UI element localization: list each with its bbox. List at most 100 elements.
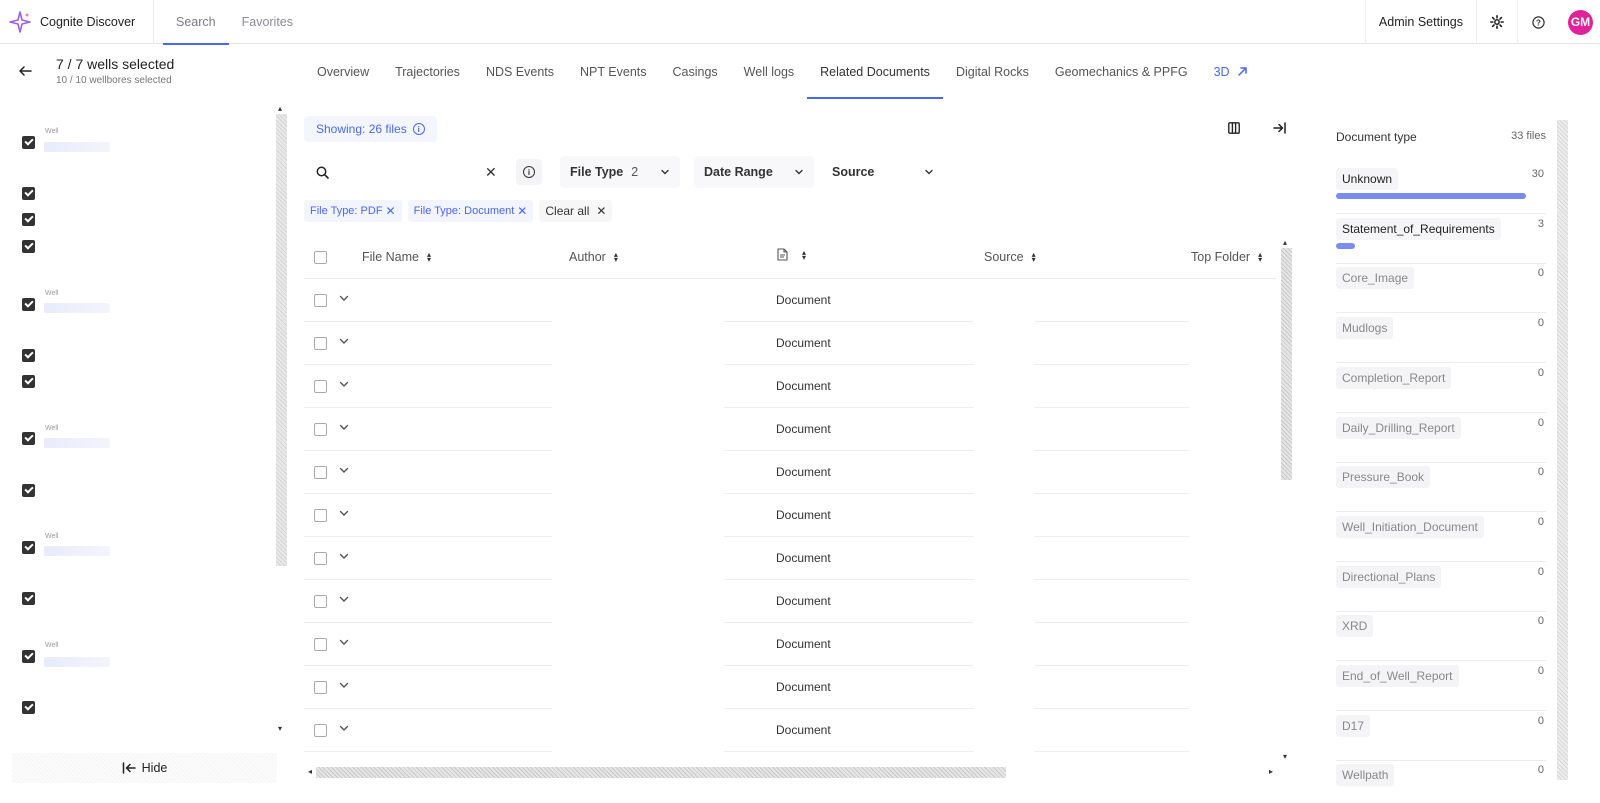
row-checkbox[interactable] (314, 380, 327, 393)
close-icon[interactable]: ✕ (386, 204, 396, 218)
wellbore-checkbox[interactable] (22, 592, 35, 605)
source-dropdown[interactable]: Source (822, 156, 944, 188)
chevron-down-icon[interactable] (338, 550, 350, 562)
table-row[interactable]: Document (304, 580, 1276, 623)
scroll-right-icon[interactable]: ▸ (1269, 767, 1273, 776)
chevron-down-icon[interactable] (338, 679, 350, 691)
document-type-item[interactable]: Daily_Drilling_Report 0 (1336, 413, 1546, 463)
table-row[interactable]: Document (304, 623, 1276, 666)
close-icon[interactable]: ✕ (517, 204, 527, 218)
wellbore-checkbox[interactable] (22, 701, 35, 714)
chevron-down-icon[interactable] (338, 421, 350, 433)
table-row[interactable]: Document (304, 408, 1276, 451)
hide-sidebar-button[interactable]: Hide (12, 753, 277, 783)
well-checkbox[interactable] (22, 136, 35, 149)
table-row[interactable]: Document (304, 494, 1276, 537)
row-checkbox[interactable] (314, 509, 327, 522)
tab-casings[interactable]: Casings (660, 44, 731, 99)
chevron-down-icon[interactable] (338, 722, 350, 734)
avatar[interactable]: GM (1568, 9, 1593, 35)
table-row[interactable]: Document (304, 322, 1276, 365)
back-button[interactable] (18, 64, 32, 81)
row-checkbox[interactable] (314, 595, 327, 608)
well-checkbox[interactable] (22, 541, 35, 554)
wellbore-checkbox[interactable] (22, 349, 35, 362)
well-checkbox[interactable] (22, 298, 35, 311)
row-checkbox[interactable] (314, 294, 327, 307)
wellbore-checkbox[interactable] (22, 213, 35, 226)
sort-icon[interactable]: ▴ ▾ (427, 251, 431, 264)
row-checkbox[interactable] (314, 724, 327, 737)
document-type-item[interactable]: Directional_Plans 0 (1336, 562, 1546, 612)
tab-nds-events[interactable]: NDS Events (473, 44, 567, 99)
tab-geomechanics-ppfg[interactable]: Geomechanics & PPFG (1042, 44, 1201, 99)
column-settings-button[interactable] (1221, 117, 1247, 139)
right-scrollbar[interactable] (1557, 120, 1568, 780)
help-button[interactable]: ? (1517, 0, 1558, 44)
admin-settings-button[interactable]: Admin Settings (1364, 0, 1476, 44)
column-source[interactable]: Source ▴ ▾ (984, 250, 1036, 264)
chevron-down-icon[interactable] (338, 507, 350, 519)
row-checkbox[interactable] (314, 466, 327, 479)
sort-icon[interactable]: ▴ ▾ (1258, 251, 1262, 264)
document-type-item[interactable]: Wellpath 0 (1336, 760, 1546, 803)
document-type-item[interactable]: End_of_Well_Report 0 (1336, 661, 1546, 711)
clear-search-icon[interactable]: ✕ (485, 164, 497, 181)
well-checkbox[interactable] (22, 650, 35, 663)
row-checkbox[interactable] (314, 681, 327, 694)
chevron-down-icon[interactable] (338, 636, 350, 648)
sort-icon[interactable]: ▴ ▾ (1032, 251, 1036, 264)
scroll-up-icon[interactable]: ▴ (278, 104, 282, 113)
table-row[interactable]: Document (304, 537, 1276, 580)
tab-search[interactable]: Search (163, 0, 229, 45)
column-author[interactable]: Author ▴ ▾ (569, 250, 618, 264)
document-type-item[interactable]: Unknown 30 (1336, 164, 1546, 214)
scroll-down-icon[interactable]: ▾ (1283, 752, 1287, 761)
horizontal-scrollbar[interactable] (316, 767, 1006, 778)
row-checkbox[interactable] (314, 423, 327, 436)
select-all-checkbox[interactable] (314, 251, 327, 264)
table-row[interactable]: Document (304, 451, 1276, 494)
search-input[interactable] (337, 165, 477, 179)
filter-chip[interactable]: File Type: PDF ✕ (304, 200, 402, 222)
scroll-up-icon[interactable]: ▴ (1283, 238, 1287, 247)
brand[interactable]: Cognite Discover (0, 0, 154, 44)
document-type-item[interactable]: Core_Image 0 (1336, 263, 1546, 314)
filter-chip[interactable]: File Type: Document ✕ (407, 200, 534, 222)
info-icon[interactable]: i (412, 123, 425, 135)
tab-digital-rocks[interactable]: Digital Rocks (943, 44, 1042, 99)
tab-well-logs[interactable]: Well logs (731, 44, 807, 99)
chevron-down-icon[interactable] (338, 378, 350, 390)
document-type-item[interactable]: Mudlogs 0 (1336, 313, 1546, 364)
scroll-left-icon[interactable]: ◂ (308, 767, 312, 776)
wellbore-checkbox[interactable] (22, 187, 35, 200)
table-row[interactable]: Document (304, 666, 1276, 709)
search-info-button[interactable]: i (516, 159, 542, 185)
table-scrollbar[interactable] (1281, 248, 1292, 480)
chevron-down-icon[interactable] (338, 593, 350, 605)
document-type-item[interactable]: XRD 0 (1336, 611, 1546, 662)
date-range-dropdown[interactable]: Date Range (694, 156, 814, 188)
document-type-item[interactable]: Pressure_Book 0 (1336, 462, 1546, 513)
row-checkbox[interactable] (314, 552, 327, 565)
file-type-dropdown[interactable]: File Type 2 (560, 156, 680, 188)
tab-overview[interactable]: Overview (304, 44, 382, 99)
column-file-name[interactable]: File Name ▴ ▾ (362, 250, 431, 264)
column-file-type[interactable]: ▴ ▾ (777, 248, 806, 261)
well-checkbox[interactable] (22, 432, 35, 445)
row-checkbox[interactable] (314, 638, 327, 651)
document-type-item[interactable]: Statement_of_Requirements 3 (1336, 214, 1546, 264)
table-row[interactable]: Document (304, 709, 1276, 752)
document-type-item[interactable]: Well_Initiation_Document 0 (1336, 512, 1546, 562)
chevron-down-icon[interactable] (338, 292, 350, 304)
document-type-item[interactable]: D17 0 (1336, 711, 1546, 761)
tab-related-documents[interactable]: Related Documents (807, 44, 943, 99)
wellbore-checkbox[interactable] (22, 484, 35, 497)
sort-icon[interactable]: ▴ ▾ (802, 248, 806, 261)
clear-all-button[interactable]: Clear all ✕ (539, 200, 613, 222)
chevron-down-icon[interactable] (338, 464, 350, 476)
table-row[interactable]: Document (304, 279, 1276, 322)
row-checkbox[interactable] (314, 337, 327, 350)
left-scrollbar[interactable] (276, 114, 287, 566)
scroll-down-icon[interactable]: ▾ (278, 724, 282, 733)
